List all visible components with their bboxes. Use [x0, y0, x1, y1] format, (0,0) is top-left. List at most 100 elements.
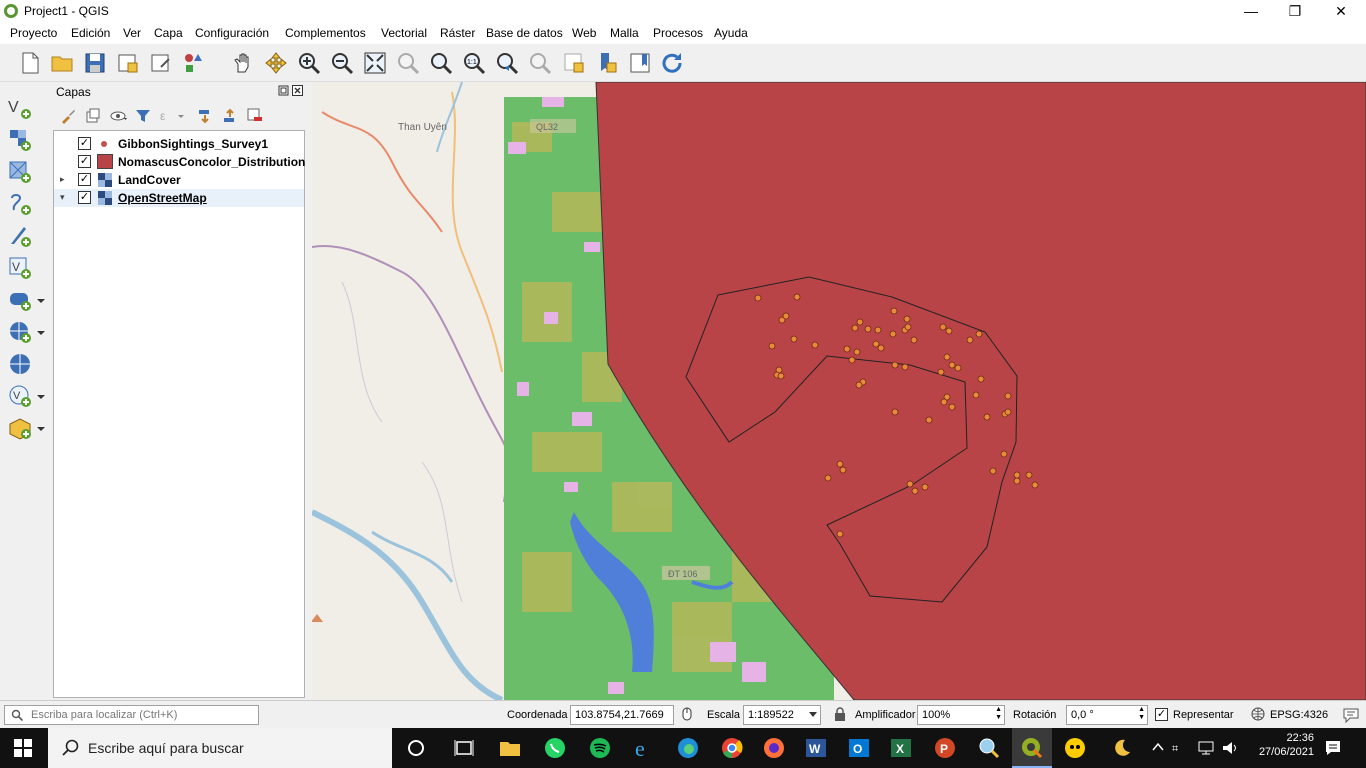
expand-all-icon[interactable] [197, 108, 213, 124]
menu-proyecto[interactable]: Proyecto [10, 26, 57, 40]
style-manager-icon[interactable] [182, 51, 206, 75]
layer-row-openstreetmap[interactable]: ▾ ✓ OpenStreetMap [54, 189, 304, 207]
open-project-icon[interactable] [50, 51, 74, 75]
windows-start-icon[interactable] [14, 739, 32, 757]
zoom-full-icon[interactable] [363, 51, 387, 75]
zoom-last-icon[interactable] [495, 51, 519, 75]
whatsapp-icon[interactable] [543, 736, 567, 760]
zoom-to-layer-icon[interactable] [429, 51, 453, 75]
add-wms-layer-icon[interactable] [8, 320, 32, 344]
refresh-icon[interactable] [660, 51, 684, 75]
add-delimited-text-icon[interactable] [8, 192, 32, 216]
collapse-all-icon[interactable] [222, 108, 238, 124]
lock-scale-icon[interactable] [834, 707, 846, 721]
layer-visibility-checkbox[interactable]: ✓ [78, 173, 91, 186]
chrome-icon[interactable] [720, 736, 744, 760]
crs-globe-icon[interactable] [1251, 707, 1265, 721]
menu-malla[interactable]: Malla [610, 26, 639, 40]
remove-layer-icon[interactable] [247, 108, 263, 124]
menu-raster[interactable]: Ráster [440, 26, 475, 40]
chevron-up-icon[interactable] [1152, 742, 1164, 752]
layer-row-gibbon-sightings[interactable]: ✓ GibbonSightings_Survey1 [54, 135, 304, 153]
firefox-icon[interactable] [762, 736, 786, 760]
expand-arrow-icon[interactable]: ▸ [60, 174, 65, 185]
menu-vectorial[interactable]: Vectorial [381, 26, 427, 40]
float-panel-icon[interactable] [278, 85, 289, 96]
pan-hand-icon[interactable] [231, 51, 255, 75]
new-print-layout-icon[interactable] [116, 51, 140, 75]
task-view-icon[interactable] [452, 736, 476, 760]
internet-explorer-icon[interactable]: e [632, 736, 656, 760]
add-group-icon[interactable] [85, 108, 101, 124]
layer-visibility-checkbox[interactable]: ✓ [78, 191, 91, 204]
taskbar-search-box[interactable]: Escribe aquí para buscar [48, 728, 392, 768]
coordinate-field[interactable]: 103.8754,21.7669 [570, 705, 674, 725]
render-checkbox[interactable]: ✓ [1155, 708, 1168, 721]
layer-visibility-checkbox[interactable]: ✓ [78, 137, 91, 150]
volume-icon[interactable] [1221, 740, 1239, 756]
menu-complementos[interactable]: Complementos [285, 26, 366, 40]
layout-manager-icon[interactable] [149, 51, 173, 75]
outlook-icon[interactable]: O [847, 736, 871, 760]
add-virtual-layer-icon[interactable]: V [8, 256, 32, 280]
qgis-taskbar-button[interactable] [1012, 728, 1052, 768]
night-light-icon[interactable] [1110, 736, 1134, 760]
collapse-arrow-icon[interactable]: ▾ [60, 192, 65, 203]
scale-combobox[interactable]: 1:189522 [743, 705, 821, 725]
filter-icon[interactable] [135, 108, 151, 124]
chevron-down-icon[interactable] [36, 328, 46, 338]
notifications-icon[interactable] [1324, 739, 1342, 757]
add-raster-layer-icon[interactable] [8, 128, 32, 152]
add-vector-tile-icon[interactable]: V [8, 384, 32, 408]
menu-ver[interactable]: Ver [123, 26, 141, 40]
close-button[interactable]: ✕ [1318, 0, 1364, 22]
layer-visibility-checkbox[interactable]: ✓ [78, 155, 91, 168]
cyberghost-icon[interactable] [1063, 736, 1087, 760]
layer-row-nomascus-distribution[interactable]: ✓ NomascusConcolor_Distribution [54, 153, 305, 171]
zoom-in-icon[interactable] [297, 51, 321, 75]
new-geopackage-icon[interactable] [8, 416, 32, 440]
edge-icon[interactable] [676, 736, 700, 760]
excel-icon[interactable]: X [889, 736, 913, 760]
add-spatialite-icon[interactable] [8, 224, 32, 248]
new-project-icon[interactable] [18, 51, 42, 75]
cortana-icon[interactable] [404, 736, 428, 760]
crs-label[interactable]: EPSG:4326 [1270, 709, 1328, 721]
save-project-icon[interactable] [83, 51, 107, 75]
search-app-icon[interactable] [977, 736, 1001, 760]
menu-edicion[interactable]: Edición [71, 26, 110, 40]
layer-row-landcover[interactable]: ▸ ✓ LandCover [54, 171, 304, 189]
manage-visibility-icon[interactable] [110, 108, 128, 124]
menu-capa[interactable]: Capa [154, 26, 183, 40]
minimize-button[interactable]: — [1228, 0, 1274, 22]
spatial-bookmarks-icon[interactable] [628, 51, 652, 75]
menu-procesos[interactable]: Procesos [653, 26, 703, 40]
messages-icon[interactable] [1342, 706, 1360, 724]
spin-arrows-icon[interactable]: ▲ ▼ [1138, 706, 1145, 722]
map-canvas[interactable]: Than Uyên QL32 ĐT 106 [312, 82, 1366, 700]
spin-arrows-icon[interactable]: ▲ ▼ [995, 706, 1002, 722]
zoom-to-selection-icon[interactable] [396, 51, 420, 75]
chevron-down-icon[interactable] [36, 424, 46, 434]
powerpoint-icon[interactable]: P [933, 736, 957, 760]
add-mesh-layer-icon[interactable] [8, 160, 32, 184]
network-icon[interactable] [1197, 740, 1215, 756]
new-bookmark-icon[interactable] [562, 51, 586, 75]
filter-expression-icon[interactable]: ε [159, 108, 185, 124]
add-vector-layer-icon[interactable]: V [8, 96, 32, 120]
menu-configuracion[interactable]: Configuración [195, 26, 269, 40]
word-icon[interactable]: W [804, 736, 828, 760]
show-bookmarks-icon[interactable] [595, 51, 619, 75]
add-wfs-layer-icon[interactable] [8, 352, 32, 376]
close-panel-icon[interactable] [292, 85, 303, 96]
file-explorer-icon[interactable] [498, 736, 522, 760]
menu-web[interactable]: Web [572, 26, 596, 40]
locator-search-input[interactable]: Escriba para localizar (Ctrl+K) [4, 705, 259, 725]
zoom-next-icon[interactable] [528, 51, 552, 75]
ime-indicator-icon[interactable]: ⌗ [1172, 740, 1190, 756]
style-brush-icon[interactable] [60, 108, 76, 124]
menu-ayuda[interactable]: Ayuda [714, 26, 748, 40]
zoom-out-icon[interactable] [330, 51, 354, 75]
mouse-coordinate-toggle-icon[interactable] [679, 706, 695, 722]
chevron-down-icon[interactable] [36, 392, 46, 402]
